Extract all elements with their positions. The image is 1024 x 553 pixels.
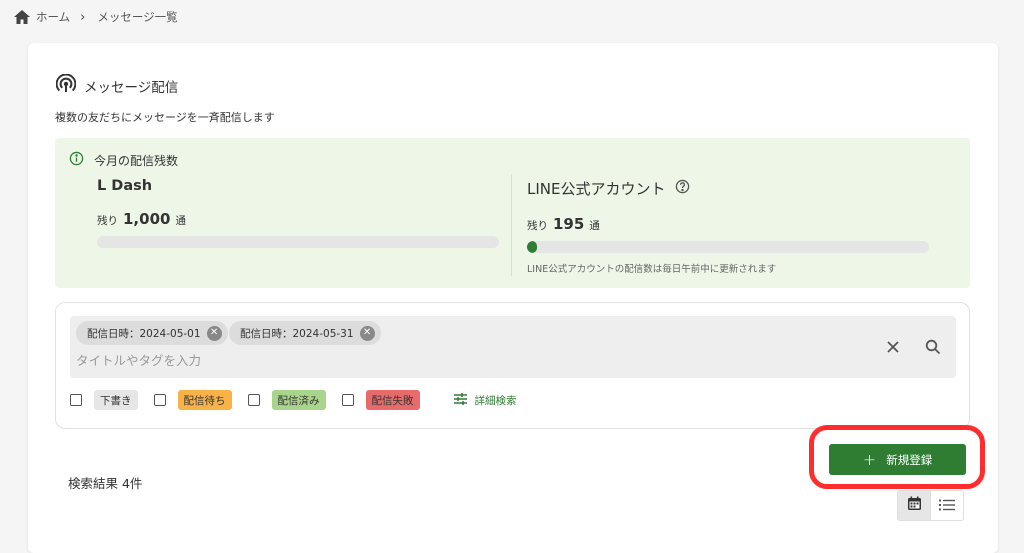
quota-line-note: LINE公式アカウントの配信数は毎日午前中に更新されます [527, 264, 777, 275]
tune-icon [453, 392, 467, 408]
calendar-view-button[interactable] [898, 491, 930, 520]
plus-icon: + [862, 449, 877, 469]
search-box[interactable]: 配信日時：2024-05-01 ✕ 配信日時：2024-05-31 ✕ [70, 316, 956, 378]
quota-ldash-progress [97, 236, 499, 248]
clear-icon[interactable] [882, 336, 904, 358]
filter-chip[interactable]: 配信日時：2024-05-31 ✕ [229, 321, 381, 345]
info-icon [69, 151, 84, 169]
quota-line-progress [527, 241, 929, 253]
search-panel: 配信日時：2024-05-01 ✕ 配信日時：2024-05-31 ✕ 下書き [55, 302, 970, 429]
quota-heading: 今月の配信残数 [69, 151, 178, 169]
chevron-right-icon: › [80, 9, 86, 25]
page-title: メッセージ配信 [84, 80, 179, 96]
status-tag: 配信済み [271, 390, 326, 410]
sent-checkbox[interactable] [247, 394, 260, 406]
advanced-search-label: 詳細検索 [474, 394, 517, 407]
calendar-icon [907, 496, 922, 515]
remain-label: 残り [527, 220, 548, 232]
page-subtitle: 複数の友だちにメッセージを一斉配信します [55, 111, 275, 124]
search-input[interactable] [76, 349, 776, 371]
new-register-button[interactable]: + 新規登録 [829, 444, 966, 475]
page-title-row: メッセージ配信 [55, 73, 179, 98]
chip-remove-icon[interactable]: ✕ [206, 325, 222, 341]
filter-failed[interactable]: 配信失敗 [341, 390, 420, 410]
progress-fill [527, 241, 538, 253]
breadcrumb: ホーム › メッセージ一覧 [14, 9, 178, 25]
view-toggle [897, 490, 964, 521]
list-icon [939, 496, 955, 515]
status-tag: 配信待ち [177, 390, 232, 410]
quota-line-name-row: LINE公式アカウント [527, 178, 929, 199]
breadcrumb-home-link[interactable]: ホーム [36, 9, 70, 25]
search-icon[interactable] [922, 336, 944, 358]
result-count: 検索結果 4件 [68, 476, 143, 491]
remain-unit: 通 [175, 215, 186, 227]
filter-pending[interactable]: 配信待ち [153, 390, 232, 410]
quota-panel: 今月の配信残数 L Dash 残り 1,000 通 LINE公式アカウント 残り… [55, 138, 970, 288]
quota-line-name: LINE公式アカウント [527, 180, 666, 198]
list-view-button[interactable] [930, 491, 963, 520]
quota-ldash-remain: 残り 1,000 通 [97, 210, 499, 228]
draft-checkbox[interactable] [70, 394, 82, 406]
remain-value: 1,000 [123, 210, 171, 228]
home-icon[interactable] [14, 10, 30, 24]
status-tag: 配信失敗 [365, 390, 420, 410]
remain-value: 195 [553, 215, 585, 233]
advanced-search-link[interactable]: 詳細検索 [453, 392, 517, 408]
chip-label: 配信日時：2024-05-31 [240, 327, 354, 340]
message-card: メッセージ配信 複数の友だちにメッセージを一斉配信します 今月の配信残数 L D… [28, 43, 998, 553]
remain-unit: 通 [589, 220, 600, 232]
chip-label: 配信日時：2024-05-01 [87, 327, 201, 340]
quota-line: LINE公式アカウント 残り 195 通 LINE公式アカウントの配信数は毎日午… [527, 178, 929, 275]
chip-remove-icon[interactable]: ✕ [359, 325, 375, 341]
pending-checkbox[interactable] [153, 394, 166, 406]
help-icon[interactable] [675, 179, 690, 198]
status-tag: 下書き [94, 390, 138, 410]
filter-sent[interactable]: 配信済み [247, 390, 326, 410]
breadcrumb-current: メッセージ一覧 [97, 10, 178, 24]
quota-ldash-name: L Dash [97, 178, 153, 194]
failed-checkbox[interactable] [341, 394, 354, 406]
filter-chip[interactable]: 配信日時：2024-05-01 ✕ [76, 321, 228, 345]
remain-label: 残り [97, 215, 118, 227]
new-button-highlight: + 新規登録 [809, 425, 985, 489]
filter-draft[interactable]: 下書き [70, 390, 138, 410]
quota-line-remain: 残り 195 通 [527, 215, 929, 233]
broadcast-icon [55, 73, 77, 98]
divider [511, 174, 512, 276]
new-button-label: 新規登録 [886, 452, 933, 467]
quota-heading-text: 今月の配信残数 [94, 153, 179, 168]
quota-ldash: L Dash 残り 1,000 通 [97, 178, 499, 248]
status-filters: 下書き 配信待ち 配信済み 配信失敗 詳細検索 [70, 390, 517, 410]
